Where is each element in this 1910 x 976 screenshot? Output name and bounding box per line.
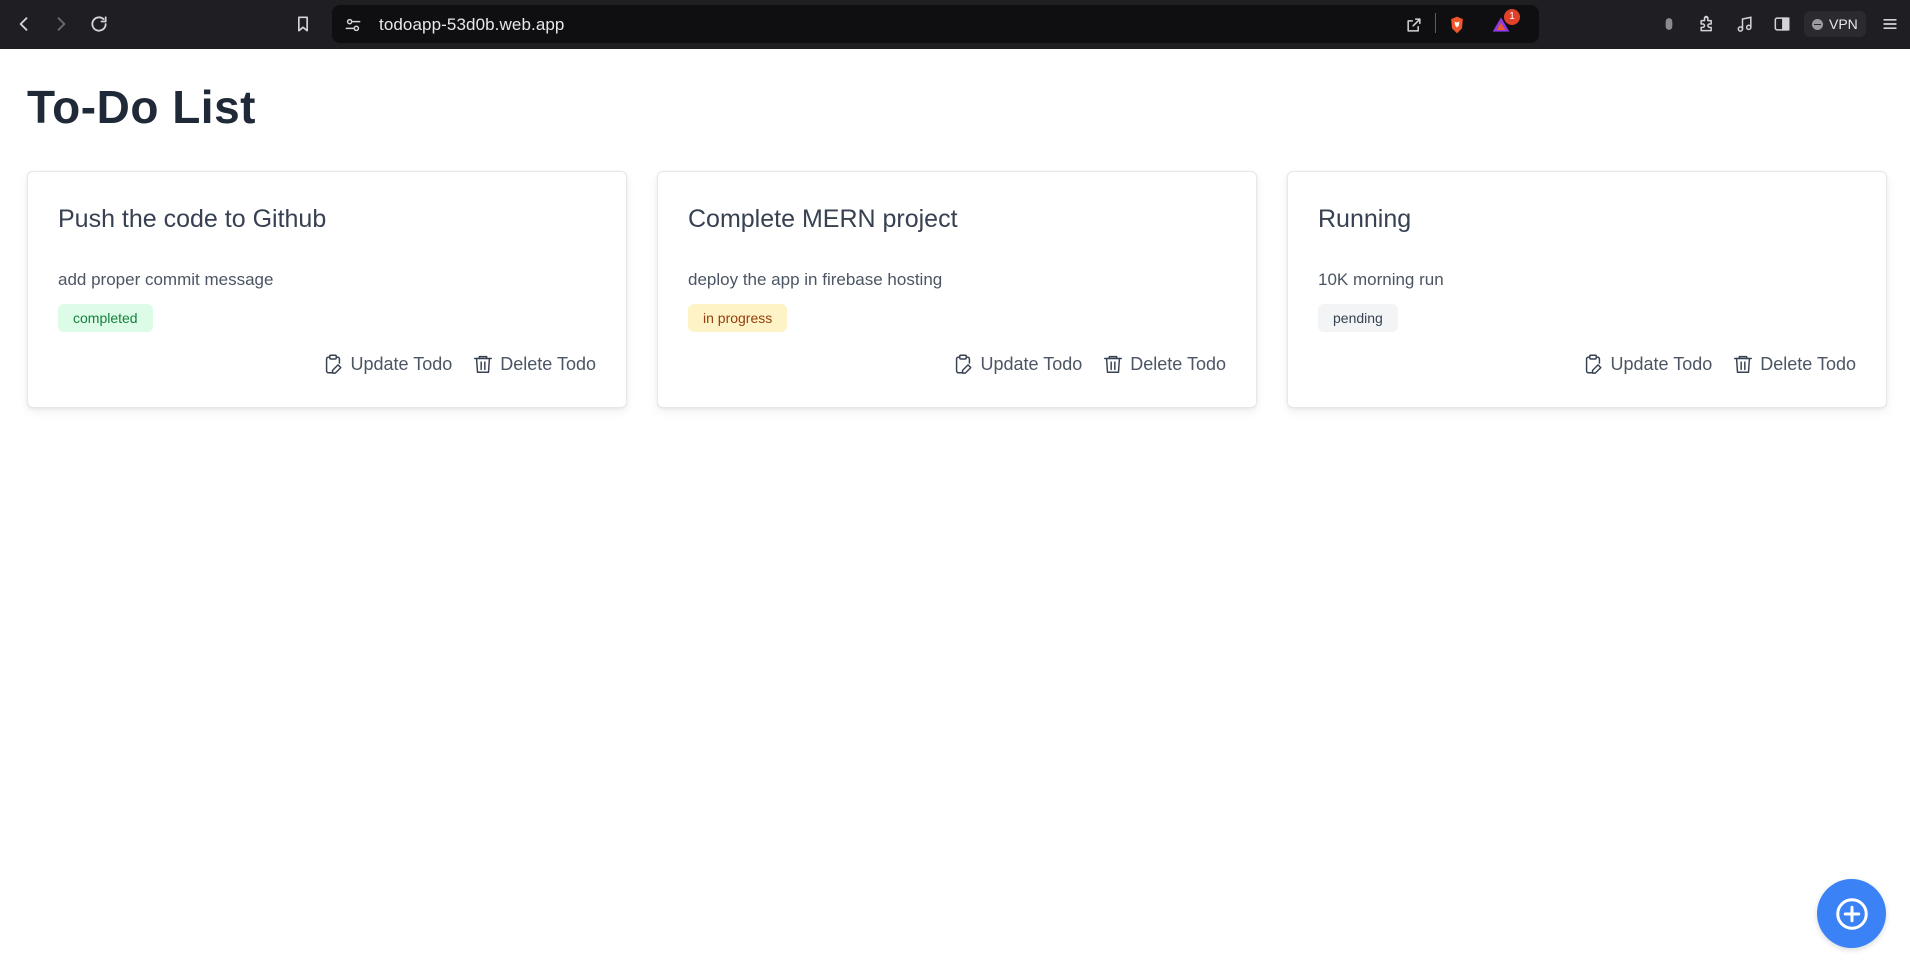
todo-actions: Update Todo Delete Todo [322,353,596,375]
browser-toolbar: todoapp-53d0b.web.app 1 VPN [0,0,1910,49]
back-button[interactable] [12,12,36,36]
vpn-button[interactable]: VPN [1804,11,1866,37]
toolbar-separator [1435,13,1436,33]
menu-icon[interactable] [1879,13,1901,35]
delete-todo-label: Delete Todo [500,353,596,374]
reload-button[interactable] [87,12,111,36]
todo-description: add proper commit message [58,270,274,289]
trash-icon [1104,355,1123,373]
todo-list: Push the code to Github add proper commi… [27,171,1887,408]
todo-title: Complete MERN project [688,205,958,233]
update-todo-button[interactable]: Update Todo [1582,353,1712,375]
status-badge: completed [58,304,153,332]
add-todo-button[interactable] [1817,879,1886,948]
todo-description: 10K morning run [1318,270,1444,289]
media-icon[interactable] [1734,13,1756,35]
update-todo-button[interactable]: Update Todo [322,353,452,375]
update-todo-label: Update Todo [350,353,453,374]
clipboard-edit-icon [326,354,343,374]
todo-card: Push the code to Github add proper commi… [27,171,627,408]
delete-todo-label: Delete Todo [1760,353,1856,374]
extensions-puzzle-icon[interactable] [1696,13,1718,35]
trash-icon [1734,355,1753,373]
todo-title: Running [1318,205,1412,233]
brave-shield-icon[interactable] [1446,14,1468,36]
todo-actions: Update Todo Delete Todo [1582,353,1856,375]
clipboard-edit-icon [956,354,973,374]
update-todo-button[interactable]: Update Todo [952,353,1082,375]
todo-card: Complete MERN project deploy the app in … [657,171,1257,408]
bookmark-icon[interactable] [291,12,315,36]
forward-button[interactable] [49,12,73,36]
todo-title: Push the code to Github [58,205,327,233]
update-todo-label: Update Todo [1610,353,1713,374]
status-badge: pending [1318,304,1398,332]
share-icon[interactable] [1403,14,1425,36]
delete-todo-button[interactable]: Delete Todo [1732,353,1856,375]
circle-plus-icon [1835,897,1868,930]
delete-todo-button[interactable]: Delete Todo [472,353,596,375]
update-todo-label: Update Todo [980,353,1083,374]
vpn-status-icon [1812,18,1823,30]
todo-actions: Update Todo Delete Todo [952,353,1226,375]
delete-todo-label: Delete Todo [1130,353,1226,374]
address-bar[interactable]: todoapp-53d0b.web.app [332,5,1539,43]
url-text[interactable]: todoapp-53d0b.web.app [379,15,564,35]
page-title: To-Do List [27,81,256,133]
vpn-label: VPN [1829,16,1858,32]
trash-icon [474,355,493,373]
site-settings-icon[interactable] [342,14,364,36]
notification-badge: 1 [1504,9,1520,25]
clipboard-edit-icon [1586,354,1603,374]
extension-icon[interactable] [1658,13,1680,35]
status-badge: in progress [688,304,788,332]
delete-todo-button[interactable]: Delete Todo [1102,353,1226,375]
todo-description: deploy the app in firebase hosting [688,270,943,289]
todo-card: Running 10K morning run pending Update T… [1287,171,1887,408]
sidebar-toggle-icon[interactable] [1771,13,1793,35]
